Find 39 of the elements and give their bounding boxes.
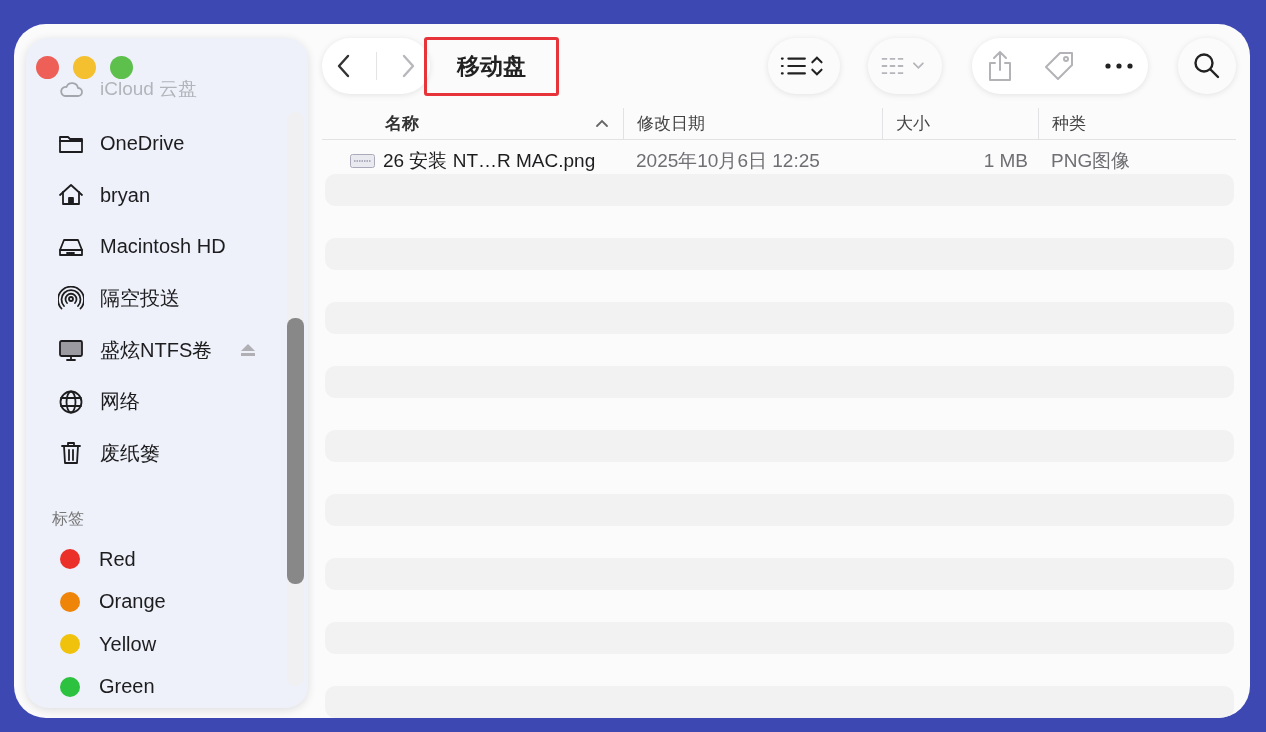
airdrop-icon xyxy=(58,285,84,312)
sidebar-item[interactable]: Macintosh HD xyxy=(50,221,308,273)
sidebar-item[interactable]: bryan xyxy=(50,169,308,222)
search-icon xyxy=(1193,52,1221,80)
sidebar-item[interactable]: 网络 xyxy=(50,375,308,428)
section-heading: 标签 xyxy=(52,509,85,530)
table-cell-text: 1 MB xyxy=(982,149,1029,172)
minimize-icon[interactable] xyxy=(73,56,96,79)
sidebar-item[interactable]: 盛炫NTFS卷 xyxy=(50,324,308,376)
tag-item[interactable]: Yellow xyxy=(50,623,308,666)
trash-icon xyxy=(58,441,84,466)
folder-title: 移动盘 xyxy=(424,36,559,96)
back-chevron-icon xyxy=(336,53,352,79)
more-icon xyxy=(1105,63,1133,69)
share-icon xyxy=(987,50,1013,82)
eject-icon[interactable] xyxy=(240,343,257,358)
tag-icon xyxy=(1043,50,1075,82)
tag-item[interactable]: Red xyxy=(50,538,308,581)
sort-chevron-icon xyxy=(595,118,609,128)
image-file-icon xyxy=(350,153,375,168)
column-header[interactable]: 名称 xyxy=(322,108,623,139)
tag-item[interactable]: Green xyxy=(50,665,308,708)
column-header[interactable]: 大小 xyxy=(882,108,1038,139)
sidebar-item[interactable]: OneDrive xyxy=(50,118,308,170)
tag-item[interactable]: Orange xyxy=(50,580,308,624)
close-icon[interactable] xyxy=(36,56,59,79)
column-header[interactable]: 种类 xyxy=(1038,108,1236,139)
monitor-icon xyxy=(58,338,84,363)
globe-icon xyxy=(58,389,84,414)
sidebar-item[interactable]: 废纸篓 xyxy=(50,427,308,480)
table-cell-text: 2025年10月6日 12:25 xyxy=(635,148,821,173)
scrollbar-thumb[interactable] xyxy=(287,318,304,584)
column-header[interactable]: 修改日期 xyxy=(623,108,882,139)
forward-chevron-icon xyxy=(400,53,416,79)
table-cell-text: PNG图像 xyxy=(1050,148,1132,173)
house-icon xyxy=(58,183,84,208)
zoom-icon[interactable] xyxy=(110,56,133,79)
table-cell[interactable]: 26 安装 NT…R MAC.png xyxy=(322,147,623,174)
sidebar-item[interactable]: 隔空投送 xyxy=(50,272,308,325)
